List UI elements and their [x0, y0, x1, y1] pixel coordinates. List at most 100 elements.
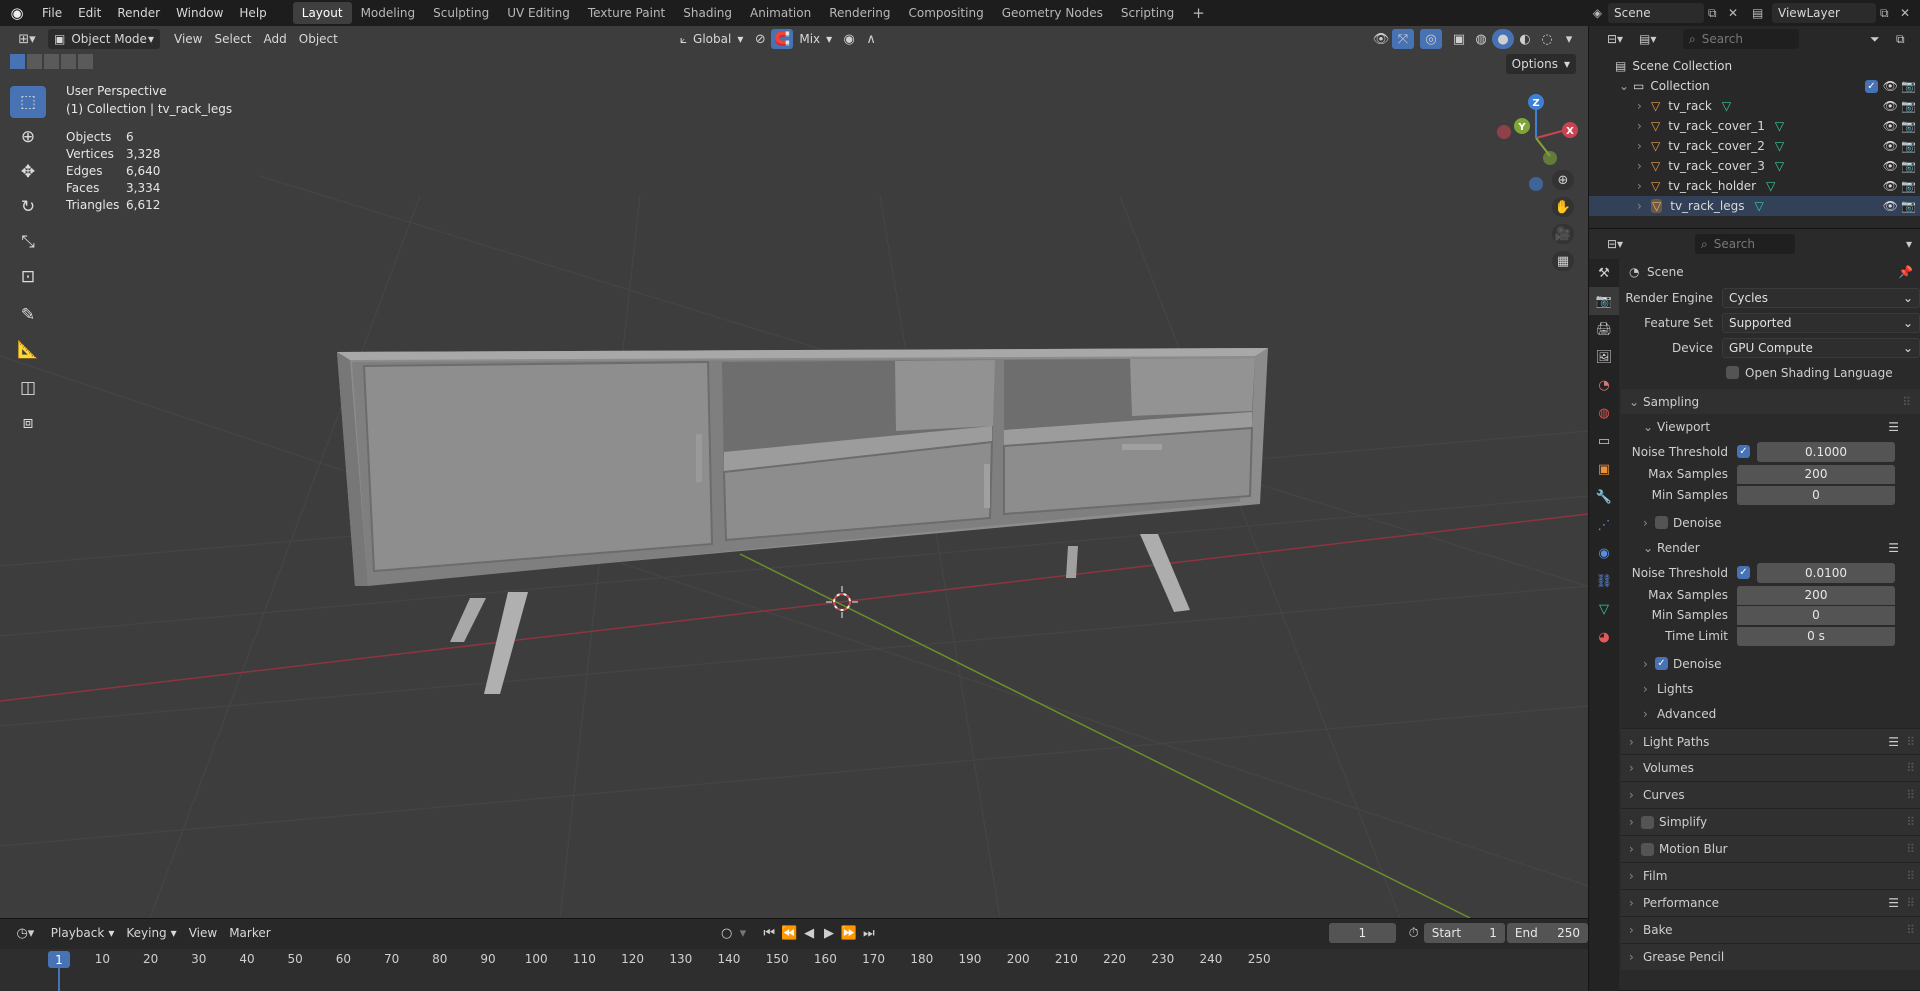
outliner-object-row[interactable]: › ▽ tv_rack_cover_2 ▽ 👁 📷 — [1589, 136, 1920, 156]
drag-handle-icon[interactable]: ⠿ — [1906, 788, 1915, 802]
physics-tab-icon[interactable]: ◉ — [1589, 539, 1619, 567]
material-shading-icon[interactable]: ◐ — [1514, 29, 1536, 49]
proportional-editing-icon[interactable]: ◉ — [838, 29, 860, 49]
eye-icon[interactable]: 👁 — [1883, 119, 1898, 133]
modifier-tab-icon[interactable]: 🔧 — [1589, 483, 1619, 511]
outliner-object-row[interactable]: › ▽ tv_rack_holder ▽ 👁 📷 — [1589, 176, 1920, 196]
camera-view-icon[interactable]: 🎥 — [1552, 224, 1574, 244]
camera-icon[interactable]: 📷 — [1901, 199, 1916, 213]
motion-blur-checkbox[interactable] — [1641, 842, 1654, 856]
drag-handle-icon[interactable]: ⠿ — [1906, 842, 1915, 856]
filter-icon[interactable]: ⏷ — [1870, 32, 1896, 47]
menu-keying[interactable]: Keying ▾ — [120, 923, 182, 943]
mesh-data-icon[interactable]: ▽ — [1775, 159, 1784, 173]
eye-icon[interactable]: 👁 — [1883, 179, 1898, 193]
list-icon[interactable]: ☰ — [1888, 541, 1899, 555]
collection-row[interactable]: ⌄ ▭ Collection ✓ 👁 📷 — [1589, 76, 1920, 96]
panel-motion-blur[interactable]: › Motion Blur ⠿ — [1621, 835, 1920, 862]
jump-start-icon[interactable]: ⏮ — [759, 923, 779, 943]
simplify-checkbox[interactable] — [1641, 815, 1654, 829]
new-collection-icon[interactable]: ⧉ — [1896, 32, 1920, 47]
mesh-data-icon[interactable]: ▽ — [1775, 139, 1784, 153]
chevron-right-icon[interactable]: › — [1637, 159, 1651, 173]
scale-tool-icon[interactable]: ⤡ — [10, 226, 46, 258]
chevron-right-icon[interactable]: › — [1637, 99, 1651, 113]
chevron-down-icon[interactable]: ▾ — [737, 923, 750, 943]
new-scene-icon[interactable]: ⧉ — [1708, 6, 1728, 21]
render-max-samples-field[interactable]: 200 — [1737, 585, 1895, 605]
auto-keying-icon[interactable]: ○ — [717, 923, 737, 943]
tab-animation[interactable]: Animation — [741, 2, 820, 24]
panel-light-paths[interactable]: › Light Paths ☰ ⠿ — [1621, 728, 1920, 754]
camera-icon[interactable]: 📷 — [1901, 79, 1916, 93]
drag-handle-icon[interactable]: ⠿ — [1906, 761, 1915, 775]
transform-orientation-selector[interactable]: ⟀ Global ▾ — [674, 29, 750, 49]
select-invert-icon[interactable] — [61, 54, 76, 69]
menu-view[interactable]: View — [168, 29, 208, 49]
subpanel-advanced[interactable]: › Advanced — [1621, 701, 1920, 726]
render-denoise-checkbox[interactable]: ✓ — [1655, 657, 1668, 670]
properties-search-input[interactable]: ⌕ Search — [1695, 234, 1795, 254]
display-mode-icon[interactable]: ▤▾ — [1639, 32, 1669, 46]
overlays-toggle-icon[interactable]: ◎ — [1420, 29, 1442, 49]
chevron-right-icon[interactable]: › — [1637, 139, 1651, 153]
outliner-object-row[interactable]: › ▽ tv_rack_cover_1 ▽ 👁 📷 — [1589, 116, 1920, 136]
scene-collection-row[interactable]: ▤ Scene Collection — [1589, 56, 1920, 76]
pivot-point-icon[interactable]: ⊘ — [749, 29, 771, 49]
device-dropdown[interactable]: GPU Compute ⌄ — [1722, 337, 1920, 358]
camera-icon[interactable]: 📷 — [1901, 159, 1916, 173]
panel-film[interactable]: › Film ⠿ — [1621, 862, 1920, 889]
render-noise-threshold-field[interactable]: 0.0100 — [1757, 562, 1895, 583]
particles-tab-icon[interactable]: ⋰ — [1589, 511, 1619, 539]
menu-file[interactable]: File — [34, 2, 70, 24]
jump-end-icon[interactable]: ⏭ — [859, 923, 879, 943]
render-tab-icon[interactable]: 📷 — [1589, 287, 1619, 315]
collection-tab-icon[interactable]: ▭ — [1589, 427, 1619, 455]
feature-set-dropdown[interactable]: Supported ⌄ — [1722, 312, 1920, 333]
drag-handle-icon[interactable]: ⠿ — [1902, 395, 1911, 409]
move-tool-icon[interactable]: ✥ — [10, 156, 46, 188]
add-mesh-tool-icon[interactable]: ⧈ — [10, 407, 46, 439]
rendered-shading-icon[interactable]: ◌ — [1536, 29, 1558, 49]
tool-tab-icon[interactable]: ⚒ — [1589, 259, 1619, 287]
panel-grease-pencil[interactable]: › Grease Pencil — [1621, 943, 1920, 970]
eye-icon[interactable]: 👁 — [1883, 79, 1898, 93]
eye-icon[interactable]: 👁 — [1883, 139, 1898, 153]
camera-icon[interactable]: 📷 — [1901, 139, 1916, 153]
editor-type-icon[interactable]: ◷▾ — [10, 923, 41, 943]
menu-help[interactable]: Help — [231, 2, 274, 24]
menu-select[interactable]: Select — [208, 29, 257, 49]
mode-selector[interactable]: ▣ Object Mode ▾ — [48, 29, 160, 49]
wireframe-shading-icon[interactable]: ◍ — [1470, 29, 1492, 49]
editor-type-icon[interactable]: ⊟▾ — [1607, 32, 1639, 46]
eye-icon[interactable]: 👁 — [1883, 99, 1898, 113]
chevron-down-icon[interactable]: ⌄ — [1619, 79, 1633, 93]
material-tab-icon[interactable]: ◕ — [1589, 623, 1619, 651]
drag-handle-icon[interactable]: ⠿ — [1906, 896, 1915, 910]
drag-handle-icon[interactable]: ⠿ — [1906, 923, 1915, 937]
viewport-denoise-checkbox[interactable] — [1655, 516, 1668, 529]
scene-selector[interactable]: Scene — [1608, 3, 1704, 23]
subpanel-viewport-denoise[interactable]: › Denoise — [1621, 510, 1920, 535]
world-tab-icon[interactable]: ◍ — [1589, 399, 1619, 427]
subpanel-lights[interactable]: › Lights — [1621, 676, 1920, 701]
tab-texture-paint[interactable]: Texture Paint — [579, 2, 674, 24]
tab-geometry-nodes[interactable]: Geometry Nodes — [993, 2, 1112, 24]
view-layer-tab-icon[interactable]: 🖼 — [1589, 343, 1619, 371]
eye-icon[interactable]: 👁 — [1883, 159, 1898, 173]
tab-scripting[interactable]: Scripting — [1112, 2, 1183, 24]
panel-performance[interactable]: › Performance ☰ ⠿ — [1621, 889, 1920, 916]
scene-icon[interactable]: ◈ — [1593, 6, 1608, 20]
outliner-object-row[interactable]: › ▽ tv_rack ▽ 👁 📷 — [1589, 96, 1920, 116]
falloff-icon[interactable]: ∧ — [860, 29, 882, 49]
tab-shading[interactable]: Shading — [674, 2, 741, 24]
menu-render[interactable]: Render — [109, 2, 168, 24]
panel-volumes[interactable]: › Volumes ⠿ — [1621, 754, 1920, 781]
camera-icon[interactable]: 📷 — [1901, 119, 1916, 133]
end-frame-field[interactable]: End 250 — [1506, 923, 1589, 943]
tab-uv-editing[interactable]: UV Editing — [498, 2, 579, 24]
object-tab-icon[interactable]: ▣ — [1589, 455, 1619, 483]
3d-viewport[interactable]: ⊞▾ ▣ Object Mode ▾ View Select Add Objec… — [0, 26, 1588, 918]
viewport-min-samples-field[interactable]: 0 — [1737, 485, 1895, 505]
editor-type-icon[interactable]: ⊟▾ — [1607, 237, 1641, 251]
